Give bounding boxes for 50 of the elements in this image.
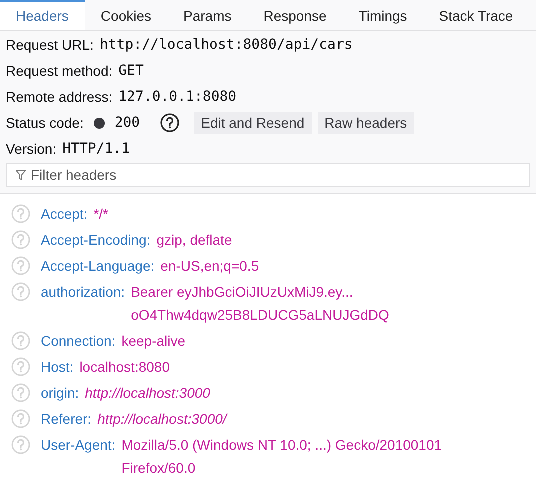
- header-value: localhost:8080: [80, 358, 170, 377]
- tab[interactable]: Cookies: [84, 0, 168, 30]
- header-name: User-Agent:: [41, 436, 116, 455]
- header-value: keep-alive: [122, 332, 186, 351]
- filter-icon: [16, 170, 26, 181]
- help-icon: [160, 113, 180, 133]
- tab[interactable]: Params: [168, 0, 248, 30]
- tab[interactable]: Timings: [342, 0, 424, 30]
- help-icon: [11, 204, 31, 224]
- toolbar-button[interactable]: Raw headers: [318, 112, 414, 134]
- header-name: Accept:: [41, 205, 88, 224]
- help-icon: [11, 357, 31, 377]
- header-value: en-US,en;q=0.5: [160, 257, 260, 276]
- header-value: */*: [94, 205, 108, 224]
- header-name: Accept-Language:: [41, 257, 155, 276]
- filter-field[interactable]: Filter headers: [6, 163, 530, 187]
- help-icon: [11, 230, 31, 250]
- tab[interactable]: Stack Trace: [423, 0, 530, 30]
- header-name: Referer:: [41, 410, 92, 429]
- field-label: Status code:: [6, 114, 84, 132]
- header-value: Bearer eyJhbGciOiJIUzUxMiJ9.ey...: [131, 283, 354, 302]
- help-icon: [11, 256, 31, 276]
- field-value: HTTP/1.1: [62, 140, 130, 158]
- help-icon: [11, 331, 31, 351]
- field-value: 200: [114, 114, 140, 132]
- header-value: Firefox/60.0: [122, 459, 197, 478]
- tab[interactable]: Headers: [0, 0, 85, 30]
- field-value: http://localhost:8080/api/cars: [100, 36, 353, 54]
- help-icon: [11, 435, 31, 455]
- field-label: Request method:: [6, 62, 113, 81]
- header-name: Accept-Encoding:: [41, 231, 151, 250]
- header-value: gzip, deflate: [156, 231, 232, 250]
- header-value: Mozilla/5.0 (Windows NT 10.0; ...) Gecko/20100101: [122, 436, 442, 455]
- header-value: http://localhost:3000/: [98, 410, 227, 429]
- header-value: oO4Thw4dqw25B8LDUCG5aLNUJGdDQ: [131, 306, 390, 325]
- tab[interactable]: Response: [248, 0, 343, 30]
- field-value: 127.0.0.1:8080: [118, 88, 237, 106]
- field-value: GET: [118, 62, 144, 80]
- header-value: http://localhost:3000: [85, 384, 210, 403]
- field-label: Version:: [6, 140, 57, 158]
- header-name: authorization:: [41, 283, 126, 302]
- field-label: Remote address:: [6, 88, 113, 106]
- field-label: Request URL:: [6, 36, 94, 55]
- header-name: origin:: [41, 384, 80, 403]
- help-icon: [11, 383, 31, 403]
- help-icon: [11, 282, 31, 302]
- header-name: Host:: [41, 358, 74, 377]
- toolbar-button[interactable]: Edit and Resend: [194, 112, 312, 134]
- header-name: Connection:: [41, 332, 116, 351]
- help-icon: [11, 409, 31, 429]
